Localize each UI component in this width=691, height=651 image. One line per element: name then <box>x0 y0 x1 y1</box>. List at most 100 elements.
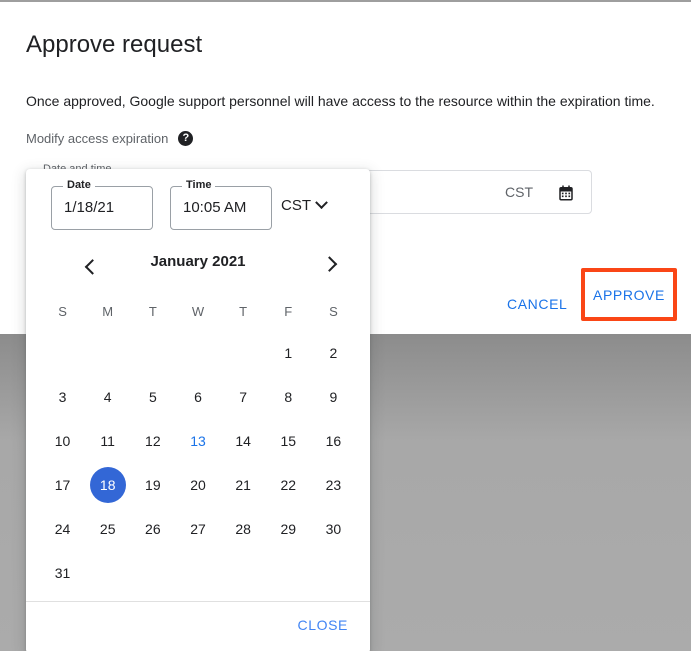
calendar-day[interactable]: 16 <box>311 419 356 463</box>
dialog-description: Once approved, Google support personnel … <box>26 93 655 109</box>
calendar-day-empty <box>221 551 266 595</box>
calendar-day[interactable]: 17 <box>40 463 85 507</box>
calendar-day[interactable]: 8 <box>266 375 311 419</box>
calendar-day[interactable]: 4 <box>85 375 130 419</box>
calendar-day-label: 6 <box>194 389 202 405</box>
calendar-day-label: 7 <box>239 389 248 405</box>
date-input[interactable]: Date 1/18/21 <box>51 179 153 230</box>
calendar-day-empty <box>85 551 130 595</box>
cancel-button[interactable]: CANCEL <box>499 288 575 320</box>
calendar-week-row: 31 <box>40 551 356 595</box>
calendar-day[interactable]: 14 <box>221 419 266 463</box>
calendar-day-label: 12 <box>145 433 161 449</box>
calendar-day-label <box>315 555 351 591</box>
weekday-header-row: SMTWTFS <box>40 291 356 331</box>
calendar-day-empty <box>266 551 311 595</box>
calendar-day-label: 26 <box>145 521 161 537</box>
help-icon[interactable]: ? <box>178 131 194 146</box>
calendar-day[interactable]: 21 <box>221 463 266 507</box>
calendar-day[interactable]: 10 <box>40 419 85 463</box>
timezone-select-value: CST <box>281 197 311 214</box>
calendar-day-label: 11 <box>100 433 115 449</box>
approve-button[interactable]: APPROVE <box>585 279 673 311</box>
calendar-day[interactable]: 23 <box>311 463 356 507</box>
timezone-select[interactable]: CST <box>281 196 328 214</box>
calendar-day-label: 5 <box>148 389 157 405</box>
calendar-day-label: 30 <box>325 521 342 537</box>
calendar-day-label: 9 <box>329 389 338 405</box>
calendar-day[interactable]: 5 <box>130 375 175 419</box>
weekday-label: S <box>329 303 338 319</box>
date-input-label: Date <box>63 179 95 191</box>
modify-access-expiration-label: Modify access expiration <box>26 131 169 146</box>
calendar-week-row: 17 18 19 20 21 22 23 <box>40 463 356 507</box>
calendar-day[interactable]: 22 <box>266 463 311 507</box>
weekday-label: S <box>58 303 67 319</box>
time-input-value: 10:05 AM <box>183 199 247 216</box>
calendar-day-label <box>90 555 126 591</box>
calendar-day-empty <box>130 331 175 375</box>
calendar-day[interactable]: 7 <box>221 375 266 419</box>
calendar-day-label <box>135 555 171 591</box>
calendar-day-label: 13 <box>190 433 206 449</box>
calendar-week-row: 24 25 26 27 28 29 30 <box>40 507 356 551</box>
calendar-day[interactable]: 13 <box>175 419 220 463</box>
calendar-day-label <box>225 335 261 371</box>
calendar-day[interactable]: 27 <box>175 507 220 551</box>
weekday-label: M <box>102 303 114 319</box>
calendar-day-label: 23 <box>325 477 342 493</box>
picker-footer: CLOSE <box>26 601 370 651</box>
calendar-day[interactable]: 2 <box>311 331 356 375</box>
calendar-day-label: 19 <box>145 477 161 493</box>
month-navigation: January 2021 <box>26 239 370 291</box>
calendar-day[interactable]: 29 <box>266 507 311 551</box>
calendar-day[interactable]: 31 <box>40 551 85 595</box>
chevron-right-icon[interactable] <box>313 249 345 281</box>
calendar-day[interactable]: 28 <box>221 507 266 551</box>
calendar-day-label: 16 <box>325 433 342 449</box>
calendar-day-label: 20 <box>190 477 206 493</box>
calendar-day-label <box>180 335 216 371</box>
datetime-picker-panel: Date 1/18/21 Time 10:05 AM CST January 2… <box>26 169 370 651</box>
calendar-day[interactable]: 12 <box>130 419 175 463</box>
calendar-day[interactable]: 26 <box>130 507 175 551</box>
chevron-right-glyph <box>321 255 337 272</box>
picker-fields-row: Date 1/18/21 Time 10:05 AM CST <box>26 169 370 239</box>
date-and-time-field-timezone: CST <box>505 184 533 200</box>
calendar-day[interactable]: 9 <box>311 375 356 419</box>
calendar-day-label: 29 <box>280 521 297 537</box>
calendar-week-row: 3 4 5 6 7 8 9 <box>40 375 356 419</box>
calendar-day[interactable]: 25 <box>85 507 130 551</box>
calendar-day-empty <box>175 331 220 375</box>
close-button[interactable]: CLOSE <box>292 616 354 634</box>
calendar-day-empty <box>221 331 266 375</box>
calendar-day[interactable]: 6 <box>175 375 220 419</box>
calendar-day-label <box>270 555 306 591</box>
calendar-day[interactable]: 3 <box>40 375 85 419</box>
calendar-day-label: 25 <box>99 521 116 537</box>
calendar-day[interactable]: 20 <box>175 463 220 507</box>
calendar-day[interactable]: 11 <box>85 419 130 463</box>
calendar-day[interactable]: 24 <box>40 507 85 551</box>
calendar-day-label: 18 <box>89 467 126 503</box>
calendar-day[interactable]: 30 <box>311 507 356 551</box>
calendar-day-label: 3 <box>58 389 67 405</box>
calendar-day-label <box>135 335 171 371</box>
calendar-day-empty <box>85 331 130 375</box>
calendar-day[interactable]: 18 <box>85 463 130 507</box>
modify-access-expiration-row: Modify access expiration ? <box>26 131 194 146</box>
calendar-day[interactable]: 15 <box>266 419 311 463</box>
calendar-week-row: 12 <box>40 331 356 375</box>
weekday-label: T <box>239 303 248 319</box>
screen: Approve request Once approved, Google su… <box>0 0 691 651</box>
calendar-day-label: 31 <box>54 565 71 581</box>
calendar-icon[interactable] <box>555 182 577 204</box>
calendar-day-label: 17 <box>54 477 71 493</box>
time-input[interactable]: Time 10:05 AM <box>170 179 272 230</box>
calendar-grid: SMTWTFS 1 2 3 4 5 6 7 8 9 10 11 12 13 14 15 16 17 18 19 20 2… <box>26 291 370 595</box>
calendar-day-label: 15 <box>280 433 297 449</box>
calendar-day-label: 22 <box>280 477 297 493</box>
calendar-day[interactable]: 1 <box>266 331 311 375</box>
calendar-day[interactable]: 19 <box>130 463 175 507</box>
calendar-day-label <box>45 335 81 371</box>
